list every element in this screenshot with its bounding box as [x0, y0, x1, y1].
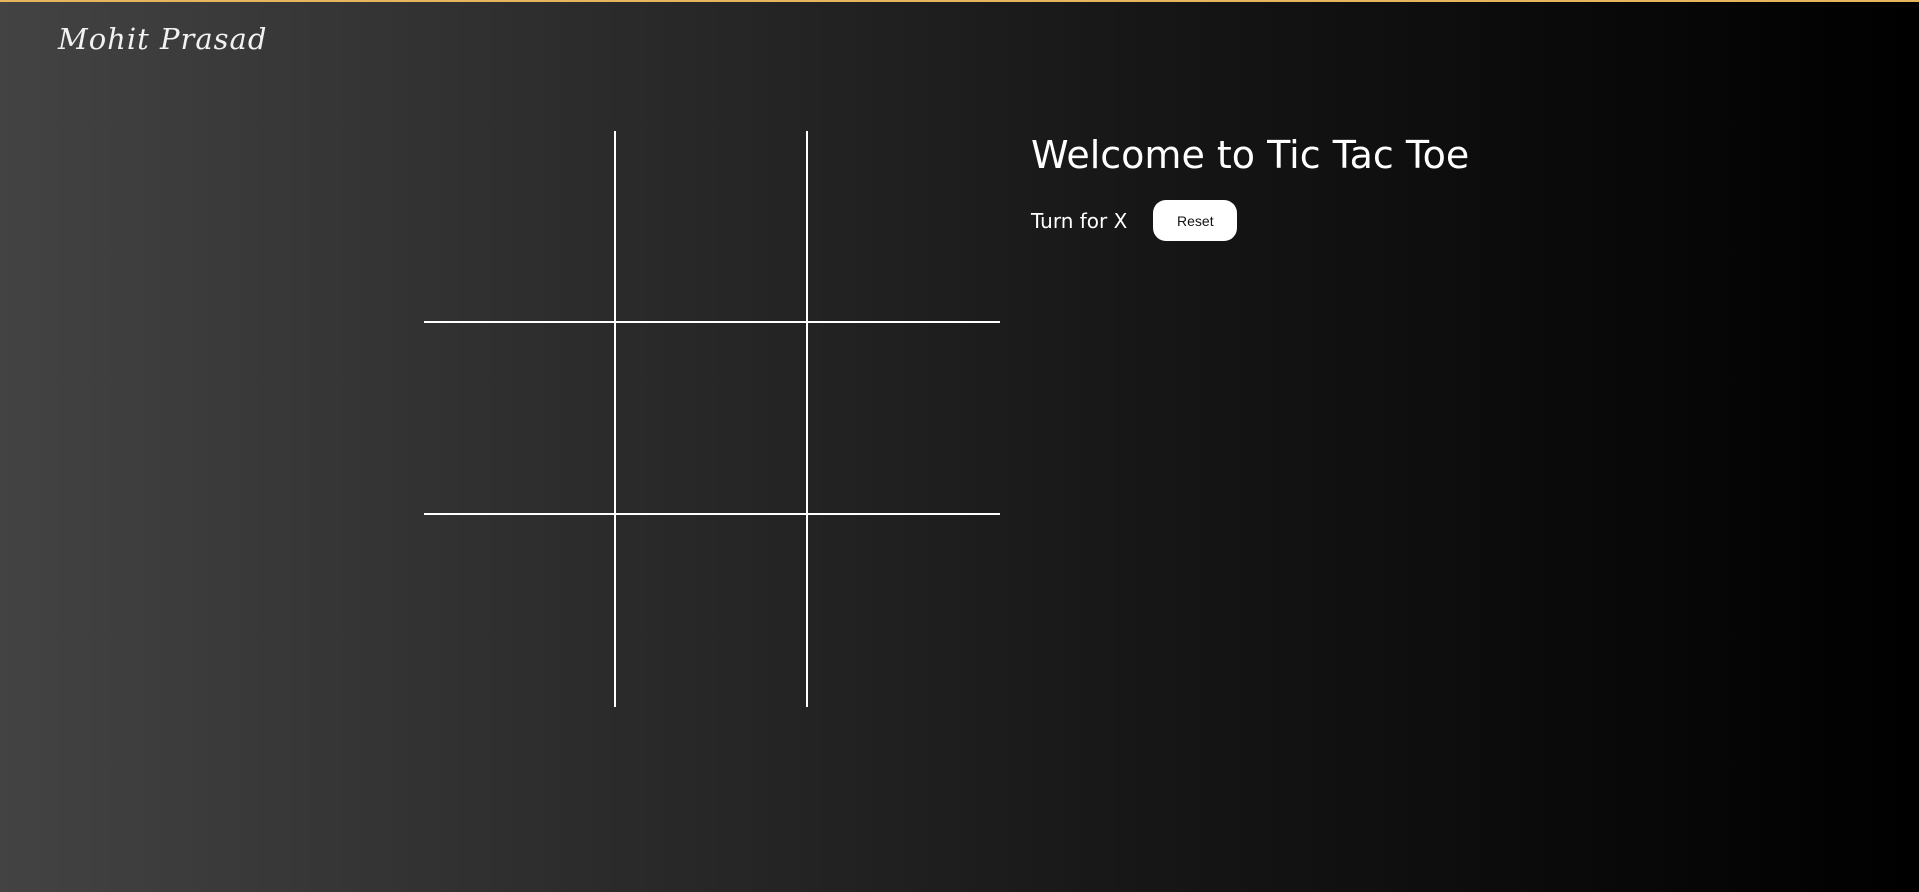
- board-cell-6[interactable]: [424, 515, 616, 707]
- board-cell-3[interactable]: [424, 323, 616, 515]
- board-cell-1[interactable]: [616, 131, 808, 323]
- reset-button[interactable]: Reset: [1153, 200, 1238, 241]
- board-cell-2[interactable]: [808, 131, 1000, 323]
- page-title: Welcome to Tic Tac Toe: [1031, 133, 1470, 177]
- turn-indicator: Turn for X: [1031, 208, 1128, 233]
- navbar: Mohit Prasad: [0, 2, 1919, 82]
- game-info-panel: Welcome to Tic Tac Toe Turn for X Reset: [1031, 128, 1731, 241]
- board-cell-4[interactable]: [616, 323, 808, 515]
- logo[interactable]: Mohit Prasad: [58, 22, 267, 56]
- board-cell-7[interactable]: [616, 515, 808, 707]
- board-cell-8[interactable]: [808, 515, 1000, 707]
- turn-row: Turn for X Reset: [1031, 200, 1731, 241]
- board-cell-5[interactable]: [808, 323, 1000, 515]
- game-board: [424, 131, 1000, 707]
- board-cell-0[interactable]: [424, 131, 616, 323]
